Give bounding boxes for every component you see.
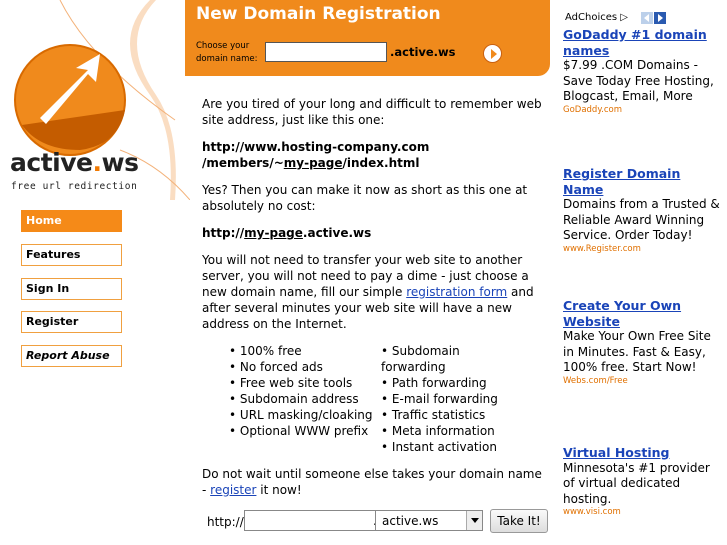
long-url-prefix: /members/~	[202, 156, 284, 170]
long-url-page: my-page	[283, 156, 343, 170]
intro-paragraph: Are you tired of your long and difficult…	[202, 97, 542, 127]
feature-item: Instant activation	[381, 439, 501, 455]
feature-item: Subdomain forwarding	[381, 343, 501, 375]
nav-register[interactable]: Register	[21, 311, 122, 333]
logo-area: active.ws free url redirection	[0, 0, 190, 545]
long-url-line1: http://www.hosting-company.com	[202, 140, 430, 154]
features-column-1: 100% free No forced ads Free web site to…	[229, 343, 381, 455]
tagline: free url redirection	[11, 181, 138, 192]
ad-item: Virtual Hosting Minnesota's #1 provider …	[563, 445, 723, 518]
short-question-paragraph: Yes? Then you can make it now as short a…	[202, 183, 528, 213]
ad-item: GoDaddy #1 domain names $7.99 .COM Domai…	[563, 27, 723, 116]
ad-url[interactable]: GoDaddy.com	[563, 105, 723, 116]
short-url-prefix: http://	[202, 226, 245, 240]
features-list: 100% free No forced ads Free web site to…	[229, 343, 547, 455]
brand-logo[interactable]: active.ws	[10, 148, 139, 177]
ad-text: Domains from a Trusted & Reliable Award …	[563, 197, 720, 242]
take-it-button[interactable]: Take It!	[490, 509, 548, 533]
nav-home[interactable]: Home	[21, 210, 122, 232]
features-column-2: Subdomain forwarding Path forwarding E-m…	[381, 343, 501, 455]
feature-item: E-mail forwarding	[381, 391, 501, 407]
cta-text-b: it now!	[256, 483, 302, 497]
call-to-action-paragraph: Do not wait until someone else takes you…	[202, 466, 547, 498]
domain-select-value: active.ws	[382, 514, 439, 528]
feature-item: 100% free	[229, 343, 381, 359]
feature-item: Subdomain address	[229, 391, 381, 407]
ad-title[interactable]: Virtual Hosting	[563, 445, 723, 461]
long-url-example: http://www.hosting-company.com /members/…	[202, 139, 547, 171]
ad-prev-icon[interactable]	[641, 12, 653, 24]
short-url-suffix: .active.ws	[302, 226, 372, 240]
ad-url[interactable]: www.visi.com	[563, 507, 723, 518]
go-button[interactable]	[483, 44, 502, 63]
long-url-suffix: /index.html	[342, 156, 420, 170]
ad-title[interactable]: Register Domain Name	[563, 166, 723, 197]
http-prefix-label: http://	[207, 515, 244, 529]
subdomain-input[interactable]	[244, 510, 376, 531]
domain-suffix: .active.ws	[390, 45, 456, 59]
feature-item: Traffic statistics	[381, 407, 501, 423]
brand-part3: ws	[101, 148, 139, 177]
nav-features[interactable]: Features	[21, 244, 122, 266]
choose-domain-label: Choose your domain name:	[196, 41, 258, 64]
ad-url[interactable]: Webs.com/Free	[563, 376, 723, 387]
registration-form-link[interactable]: registration form	[406, 285, 507, 299]
registration-header: New Domain Registration Choose your doma…	[185, 0, 550, 76]
quick-register-form: http:// . active.ws Take It!	[207, 509, 548, 535]
ad-url[interactable]: www.Register.com	[563, 244, 723, 255]
ad-item: Create Your Own Website Make Your Own Fr…	[563, 298, 723, 387]
feature-item: Optional WWW prefix	[229, 423, 381, 439]
feature-item: No forced ads	[229, 359, 381, 375]
adchoices-icon: ▷	[620, 12, 628, 23]
main-content: Are you tired of your long and difficult…	[202, 96, 547, 509]
feature-item: Path forwarding	[381, 375, 501, 391]
feature-item: Free web site tools	[229, 375, 381, 391]
ad-title[interactable]: GoDaddy #1 domain names	[563, 27, 723, 58]
header-title: New Domain Registration	[196, 4, 441, 24]
domain-name-input[interactable]	[265, 42, 387, 62]
description-paragraph: You will not need to transfer your web s…	[202, 252, 547, 332]
ad-title[interactable]: Create Your Own Website	[563, 298, 723, 329]
ad-text: Make Your Own Free Site in Minutes. Fast…	[563, 329, 711, 374]
ad-text: $7.99 .COM Domains - Save Today Free Hos…	[563, 58, 714, 103]
feature-item: Meta information	[381, 423, 501, 439]
ad-text: Minnesota's #1 provider of virtual dedic…	[563, 460, 710, 506]
ad-next-icon[interactable]	[654, 12, 666, 24]
nav-report-abuse[interactable]: Report Abuse	[21, 345, 122, 367]
short-url-example: http://my-page.active.ws	[202, 225, 547, 241]
ad-item: Register Domain Name Domains from a Trus…	[563, 166, 723, 255]
feature-item: URL masking/cloaking	[229, 407, 381, 423]
register-link[interactable]: register	[210, 483, 256, 497]
brand-part1: active	[10, 148, 93, 177]
adchoices-label[interactable]: AdChoices ▷	[565, 12, 628, 23]
nav-sign-in[interactable]: Sign In	[21, 278, 122, 300]
chevron-down-icon[interactable]	[466, 511, 482, 530]
adchoices-text: AdChoices	[565, 12, 618, 23]
domain-select[interactable]: active.ws	[375, 510, 483, 531]
short-url-page: my-page	[244, 226, 303, 240]
